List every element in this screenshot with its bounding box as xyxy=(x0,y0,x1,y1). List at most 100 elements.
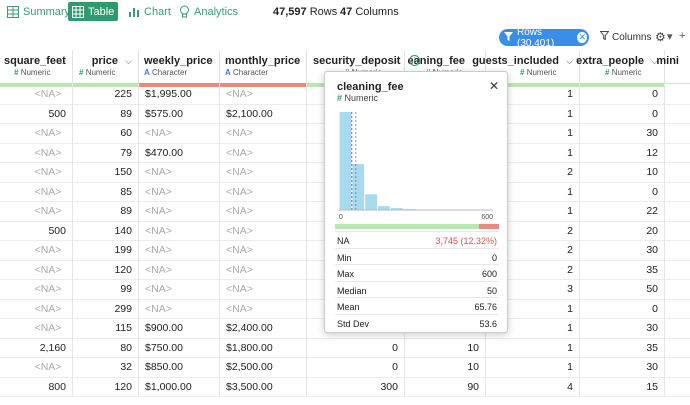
table-cell[interactable] xyxy=(665,144,690,164)
table-cell[interactable] xyxy=(665,202,690,222)
table-cell[interactable]: 225 xyxy=(73,85,139,105)
table-cell[interactable]: <NA> xyxy=(220,85,307,105)
table-cell[interactable]: <NA> xyxy=(220,202,307,222)
table-cell[interactable]: 140 xyxy=(73,221,139,241)
table-cell[interactable]: $2,400.00 xyxy=(220,319,307,339)
table-cell[interactable]: <NA> xyxy=(220,280,307,300)
table-cell[interactable]: 79 xyxy=(73,143,139,163)
table-cell[interactable]: 10 xyxy=(405,358,486,378)
table-cell[interactable]: <NA> xyxy=(0,358,73,378)
table-cell[interactable]: 0 xyxy=(307,358,405,378)
table-cell[interactable]: 500 xyxy=(0,221,73,241)
table-cell[interactable] xyxy=(665,183,690,203)
table-cell[interactable]: $1,000.00 xyxy=(139,377,220,397)
table-cell[interactable]: <NA> xyxy=(0,143,73,163)
table-cell[interactable]: $850.00 xyxy=(139,358,220,378)
table-cell[interactable]: 30 xyxy=(580,319,665,339)
table-cell[interactable]: $2,500.00 xyxy=(220,358,307,378)
table-cell[interactable]: <NA> xyxy=(139,260,220,280)
table-cell[interactable]: 30 xyxy=(580,358,665,378)
table-cell[interactable] xyxy=(665,358,690,378)
table-cell[interactable]: 80 xyxy=(73,338,139,358)
clear-filter-icon[interactable]: ✕ xyxy=(577,32,587,43)
table-cell[interactable]: 22 xyxy=(580,202,665,222)
table-cell[interactable]: 30 xyxy=(580,124,665,144)
table-cell[interactable]: <NA> xyxy=(139,221,220,241)
table-cell[interactable]: <NA> xyxy=(0,85,73,105)
row-filter-pill[interactable]: Rows (30,401) ✕ xyxy=(499,27,589,49)
tab-analytics[interactable]: Analytics xyxy=(175,2,242,21)
table-cell[interactable]: <NA> xyxy=(220,143,307,163)
table-cell[interactable]: 500 xyxy=(0,104,73,124)
table-cell[interactable]: 4 xyxy=(486,377,580,397)
table-cell[interactable]: 300 xyxy=(307,377,405,397)
table-cell[interactable]: $3,500.00 xyxy=(220,377,307,397)
table-cell[interactable]: <NA> xyxy=(139,202,220,222)
table-cell[interactable]: 800 xyxy=(0,377,73,397)
table-cell[interactable]: 10 xyxy=(580,163,665,183)
table-cell[interactable] xyxy=(665,105,690,125)
table-cell[interactable]: 30 xyxy=(580,241,665,261)
chevron-down-icon[interactable]: ⌵ xyxy=(206,56,213,67)
table-cell[interactable]: 35 xyxy=(580,338,665,358)
close-icon[interactable]: ✕ xyxy=(489,79,499,93)
table-cell[interactable]: 12 xyxy=(580,143,665,163)
table-cell[interactable]: <NA> xyxy=(0,202,73,222)
table-cell[interactable] xyxy=(665,163,690,183)
table-cell[interactable] xyxy=(665,300,690,320)
table-cell[interactable]: <NA> xyxy=(139,280,220,300)
table-cell[interactable]: <NA> xyxy=(0,299,73,319)
table-cell[interactable]: <NA> xyxy=(220,299,307,319)
chevron-down-icon[interactable]: ⌵ xyxy=(391,56,398,67)
table-cell[interactable]: 90 xyxy=(405,377,486,397)
table-cell[interactable]: <NA> xyxy=(139,299,220,319)
table-cell[interactable]: 99 xyxy=(73,280,139,300)
tab-chart[interactable]: Chart xyxy=(124,2,175,21)
table-cell[interactable]: 115 xyxy=(73,319,139,339)
column-header-9[interactable]: mini xyxy=(656,50,690,84)
table-cell[interactable]: <NA> xyxy=(139,241,220,261)
table-cell[interactable]: $2,100.00 xyxy=(220,104,307,124)
column-header-2[interactable]: price ⌵ # Numeric xyxy=(73,50,139,87)
table-cell[interactable]: <NA> xyxy=(0,124,73,144)
info-icon[interactable]: i xyxy=(409,55,420,66)
table-cell[interactable]: $750.00 xyxy=(139,338,220,358)
column-header-4[interactable]: monthly_price ⌵ A Character xyxy=(220,50,307,87)
table-cell[interactable]: <NA> xyxy=(139,124,220,144)
table-cell[interactable]: 120 xyxy=(73,377,139,397)
table-cell[interactable]: <NA> xyxy=(139,182,220,202)
table-cell[interactable]: 1 xyxy=(486,338,580,358)
add-icon[interactable]: + xyxy=(679,30,685,42)
table-cell[interactable]: 85 xyxy=(73,182,139,202)
table-cell[interactable] xyxy=(665,85,690,105)
table-cell[interactable]: <NA> xyxy=(0,319,73,339)
chevron-down-icon[interactable]: ⌵ xyxy=(293,56,300,67)
table-cell[interactable]: 120 xyxy=(73,260,139,280)
table-cell[interactable] xyxy=(665,222,690,242)
column-header-3[interactable]: weekly_price ⌵ A Character xyxy=(139,50,220,87)
table-cell[interactable] xyxy=(665,124,690,144)
table-cell[interactable]: 0 xyxy=(580,85,665,105)
table-cell[interactable]: 50 xyxy=(580,280,665,300)
table-cell[interactable]: <NA> xyxy=(220,124,307,144)
table-cell[interactable]: 0 xyxy=(580,299,665,319)
table-cell[interactable]: <NA> xyxy=(0,163,73,183)
table-cell[interactable] xyxy=(665,378,690,398)
table-cell[interactable]: <NA> xyxy=(0,182,73,202)
table-cell[interactable]: <NA> xyxy=(220,182,307,202)
table-cell[interactable]: 0 xyxy=(307,338,405,358)
table-cell[interactable]: 60 xyxy=(73,124,139,144)
table-cell[interactable]: 89 xyxy=(73,202,139,222)
column-header-8[interactable]: extra_people ⌵ # Numeric xyxy=(576,50,665,87)
columns-button[interactable]: Columns xyxy=(599,31,651,43)
table-cell[interactable]: 299 xyxy=(73,299,139,319)
table-cell[interactable]: <NA> xyxy=(139,163,220,183)
table-cell[interactable] xyxy=(665,241,690,261)
table-cell[interactable]: 10 xyxy=(405,338,486,358)
column-header-1[interactable]: square_feet ⌵ # Numeric xyxy=(0,50,73,87)
table-cell[interactable]: <NA> xyxy=(0,260,73,280)
table-cell[interactable]: $1,800.00 xyxy=(220,338,307,358)
table-cell[interactable]: <NA> xyxy=(220,163,307,183)
table-cell[interactable] xyxy=(665,339,690,359)
table-cell[interactable]: $900.00 xyxy=(139,319,220,339)
